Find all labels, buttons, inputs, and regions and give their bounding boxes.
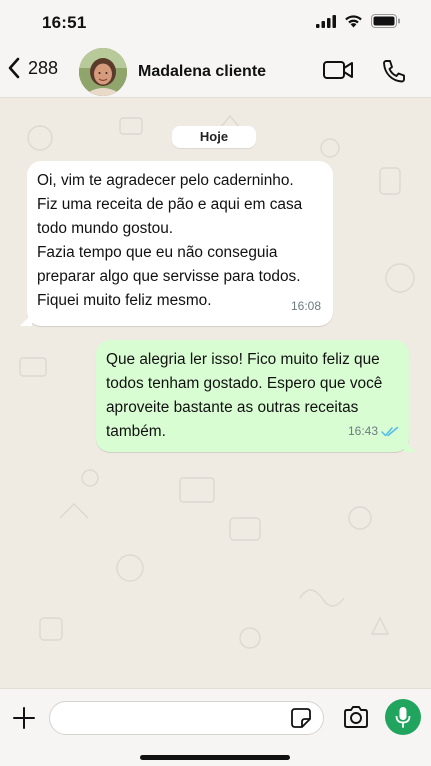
status-time: 16:51 [42,13,87,32]
chat-area[interactable]: Hoje Oi, vim te agradecer pelo caderninh… [0,98,431,688]
plus-icon [13,707,35,729]
outgoing-message-bubble[interactable]: Que alegria ler isso! Fico muito feliz q… [96,340,416,452]
status-icons [316,14,401,28]
message-line: preparar algo que servisse para todos. [37,268,301,285]
camera-icon [344,706,368,728]
camera-button[interactable] [342,705,370,734]
sticker-icon [291,708,311,728]
microphone-icon [395,707,411,728]
voice-call-button[interactable] [381,58,407,89]
sticker-button[interactable] [290,707,312,734]
message-line: Fazia tempo que eu não conseguia [37,244,278,261]
message-line: Fiquei muito feliz mesmo. [37,292,212,309]
message-timestamp: 16:08 [290,299,321,313]
message-line: Fiz uma receita de pão e aqui em casa [37,196,303,213]
message-meta: 16:43 [348,419,399,443]
wifi-icon [345,15,362,28]
unread-count: 288 [28,57,59,78]
signal-icon [316,14,336,28]
back-button[interactable]: 288 [6,56,58,80]
microphone-button[interactable] [385,699,421,735]
date-separator: Hoje [172,126,256,148]
chat-header: 288 Madalena cliente [0,46,431,98]
battery-icon [371,14,400,28]
chevron-left-icon [8,57,20,79]
avatar[interactable] [79,48,127,96]
incoming-message-bubble[interactable]: Oi, vim te agradecer pelo caderninho. Fi… [20,161,333,326]
message-line: todos tenham gostado. Espero que você [106,375,383,392]
video-camera-icon [323,61,353,79]
message-timestamp: 16:43 [347,424,378,438]
home-indicator [140,755,290,760]
phone-icon [383,60,405,83]
message-line: Que alegria ler isso! Fico muito feliz q… [106,351,380,368]
message-line: Oi, vim te agradecer pelo caderninho. [37,172,294,189]
video-call-button[interactable] [322,58,354,87]
double-check-icon [381,426,399,436]
message-line: aproveite bastante as outras receitas [106,399,359,416]
avatar-photo [79,48,127,96]
attach-button[interactable] [11,705,37,736]
message-line: todo mundo gostou. [37,220,174,237]
message-input[interactable] [49,701,324,735]
contact-name[interactable]: Madalena cliente [138,63,266,81]
status-bar: 16:51 [0,0,431,46]
